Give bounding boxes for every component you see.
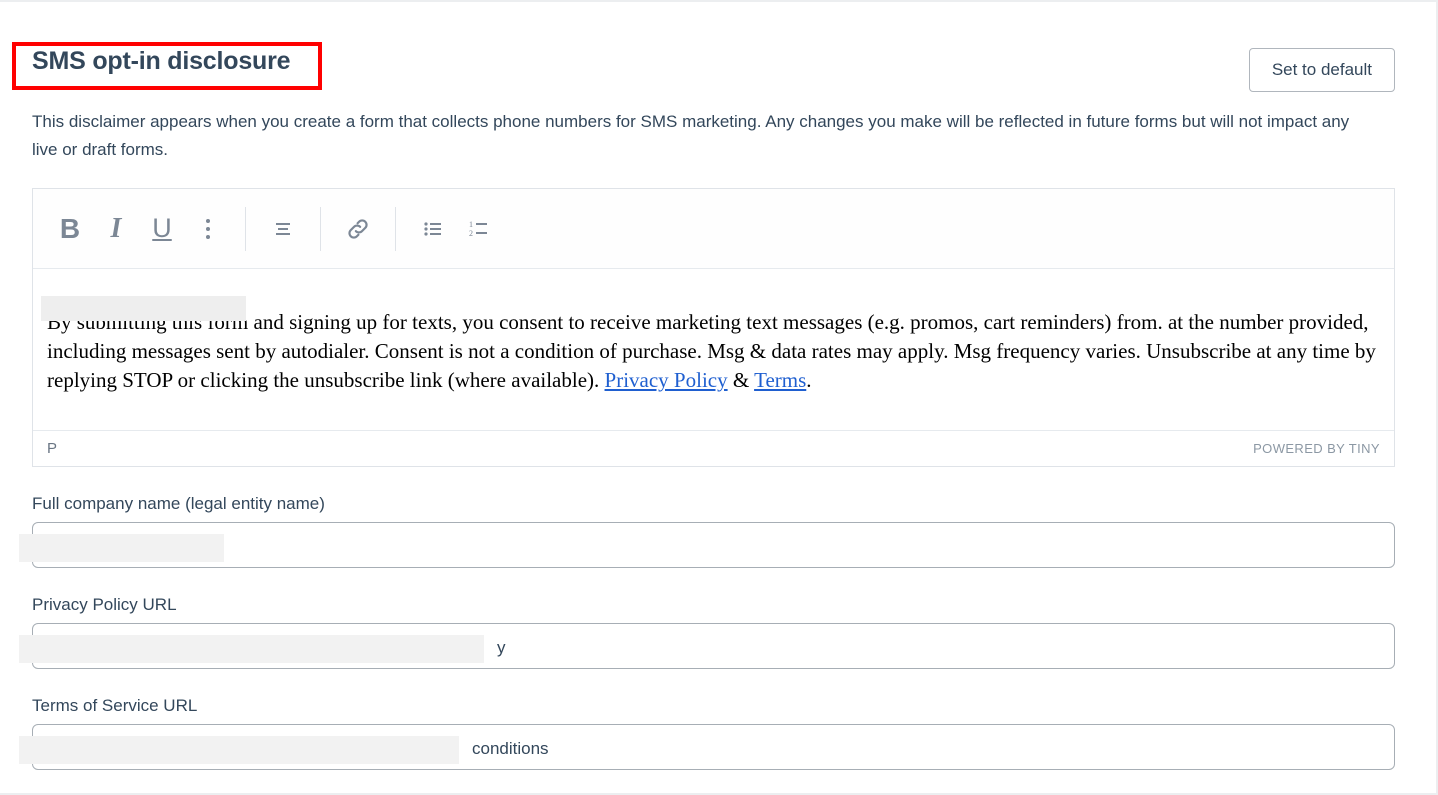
field-label-privacy-url: Privacy Policy URL: [32, 595, 177, 614]
page-frame: SMS opt-in disclosure Set to default Thi…: [0, 0, 1438, 795]
element-path-indicator[interactable]: P: [47, 440, 57, 457]
disclosure-segment-1: By submitting this form and signing up f…: [47, 310, 1158, 334]
italic-icon[interactable]: I: [93, 206, 139, 252]
settings-panel: SMS opt-in disclosure Set to default Thi…: [12, 38, 1395, 770]
more-options-icon[interactable]: [185, 206, 231, 252]
editor-toolbar: B I U 1 2: [33, 189, 1394, 269]
field-privacy-policy-url: Privacy Policy URL y: [19, 592, 1395, 669]
bold-icon[interactable]: B: [47, 206, 93, 252]
toolbar-divider: [395, 206, 396, 251]
field-terms-of-service-url: Terms of Service URL conditions: [19, 693, 1395, 770]
page-description: This disclaimer appears when you create …: [32, 112, 1350, 159]
editor-status-bar: P POWERED BY TINY: [33, 430, 1394, 466]
bullet-list-icon[interactable]: [410, 206, 456, 252]
field-label-terms-url: Terms of Service URL: [32, 696, 198, 715]
trailing-period: .: [806, 368, 812, 392]
editor-content-area[interactable]: By submitting this form and signing up f…: [33, 269, 1394, 430]
page-title: SMS opt-in disclosure: [32, 47, 291, 75]
toolbar-divider: [245, 206, 246, 251]
terms-link[interactable]: Terms: [754, 368, 806, 392]
rich-text-editor: B I U 1 2 By submitting this form and si…: [32, 188, 1395, 467]
privacy-policy-link[interactable]: Privacy Policy: [605, 368, 728, 392]
page-header: SMS opt-in disclosure Set to default: [12, 38, 1395, 100]
privacy-policy-url-input[interactable]: [32, 623, 1395, 669]
svg-text:1: 1: [469, 220, 473, 229]
vertical-dots-icon: [206, 218, 210, 239]
field-full-company-name: Full company name (legal entity name) .: [19, 491, 1395, 568]
terms-of-service-url-input[interactable]: [32, 724, 1395, 770]
disclosure-text: By submitting this form and signing up f…: [47, 308, 1380, 395]
numbered-list-icon[interactable]: 1 2: [456, 206, 502, 252]
company-name-input[interactable]: [32, 522, 1395, 568]
set-to-default-button[interactable]: Set to default: [1248, 48, 1395, 92]
align-icon[interactable]: [260, 206, 306, 252]
link-icon[interactable]: [335, 206, 381, 252]
svg-text:2: 2: [469, 229, 473, 238]
link-separator: &: [727, 368, 755, 392]
toolbar-divider: [320, 206, 321, 251]
underline-icon[interactable]: U: [139, 206, 185, 252]
field-label-company-name: Full company name (legal entity name): [32, 494, 325, 513]
tinymce-branding: POWERED BY TINY: [1253, 441, 1380, 456]
